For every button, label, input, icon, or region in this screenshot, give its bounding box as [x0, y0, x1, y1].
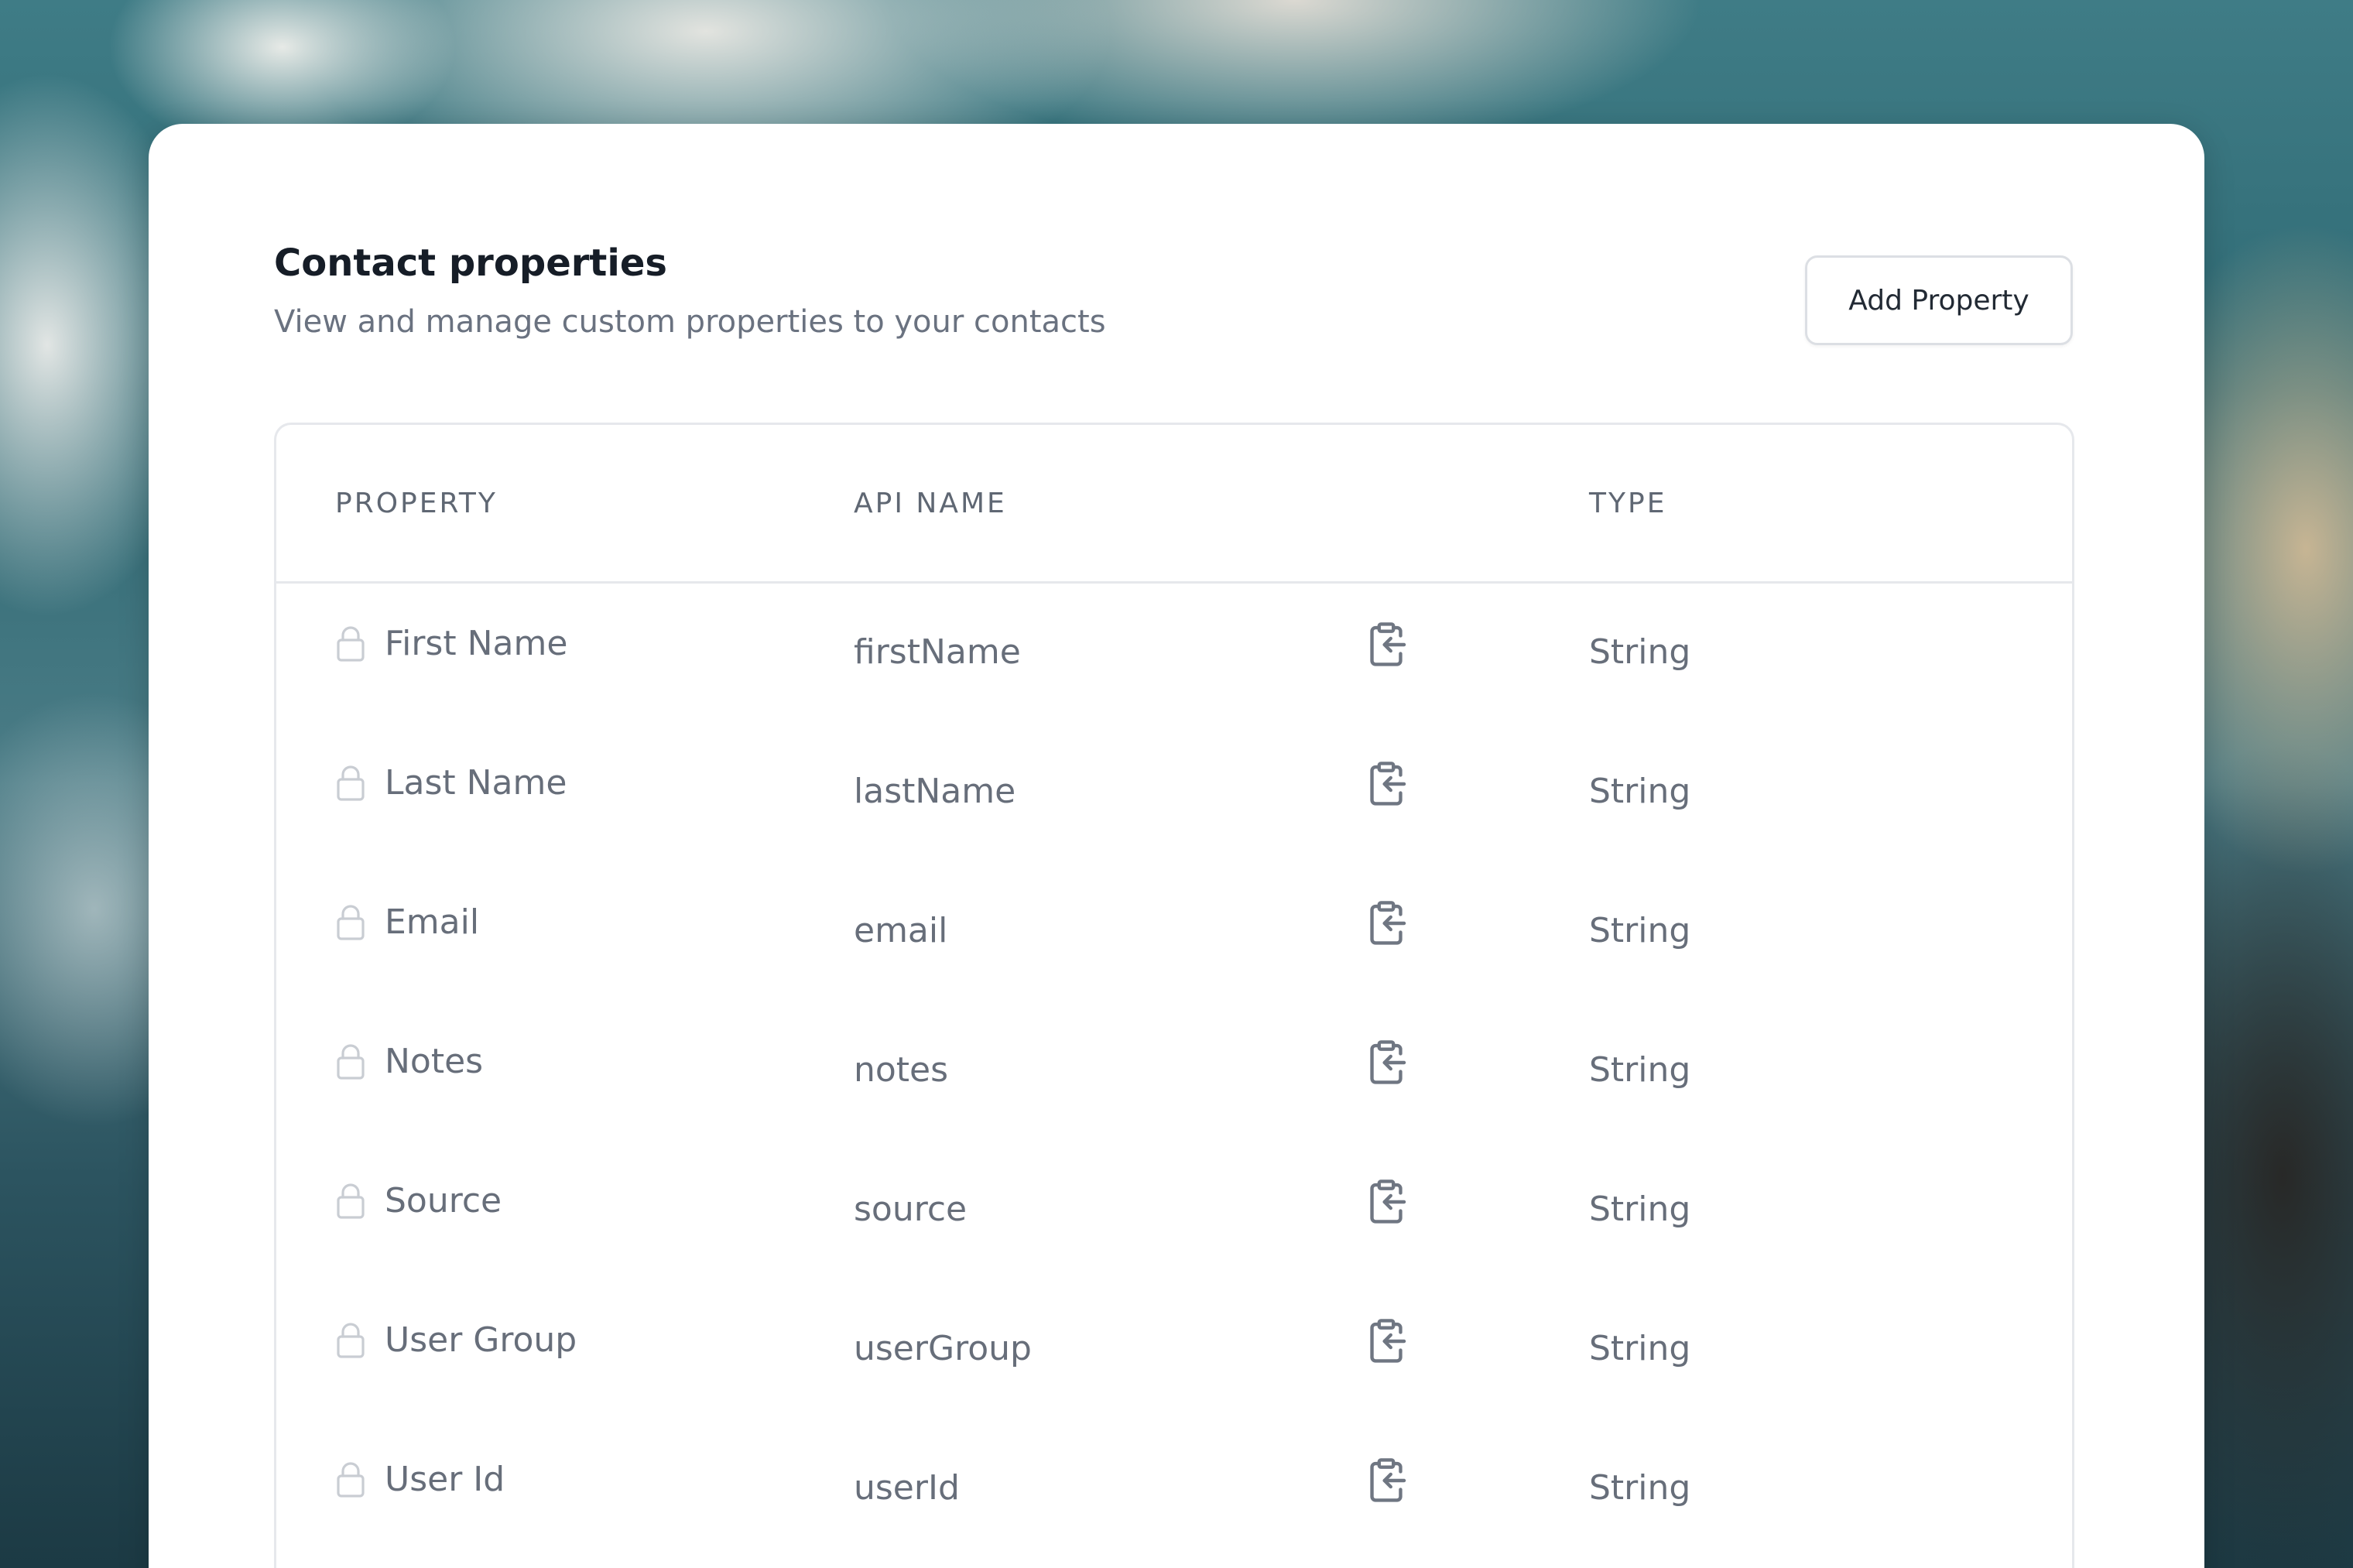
- property-cell: Email: [335, 903, 479, 942]
- property-type: String: [1589, 632, 1691, 672]
- table-header: PROPERTY API NAME TYPE: [276, 425, 2072, 584]
- property-type: String: [1589, 1468, 1691, 1508]
- lock-icon: [337, 1183, 365, 1219]
- lock-icon: [337, 765, 365, 801]
- property-label: Source: [385, 1181, 502, 1221]
- lock-icon: [337, 1044, 365, 1080]
- property-cell: User Group: [335, 1321, 577, 1360]
- column-header-api-name: API NAME: [854, 488, 1007, 519]
- page-header: Contact properties View and manage custo…: [274, 245, 1106, 337]
- property-label: User Id: [385, 1460, 505, 1499]
- property-label: User Group: [385, 1320, 577, 1360]
- table-row: First Name firstName String: [276, 581, 2072, 721]
- page-title: Contact properties: [274, 241, 667, 285]
- api-name: lastName: [854, 772, 1016, 811]
- lock-icon: [337, 905, 365, 940]
- property-label: First Name: [385, 624, 568, 663]
- table-row: Email email String: [276, 860, 2072, 999]
- properties-card: Contact properties View and manage custo…: [149, 124, 2204, 1568]
- table-row: Source source String: [276, 1138, 2072, 1278]
- property-cell: Notes: [335, 1042, 483, 1081]
- table-row: Notes notes String: [276, 999, 2072, 1138]
- background: Contact properties View and manage custo…: [0, 0, 2353, 1568]
- api-name: userGroup: [854, 1329, 1032, 1368]
- column-header-property: PROPERTY: [335, 488, 498, 519]
- api-name: userId: [854, 1468, 960, 1508]
- clipboard-copy-icon[interactable]: [1365, 621, 1408, 668]
- clipboard-copy-icon[interactable]: [1365, 1039, 1408, 1086]
- api-name: notes: [854, 1050, 949, 1090]
- clipboard-copy-icon[interactable]: [1365, 761, 1408, 807]
- property-type: String: [1589, 772, 1691, 811]
- property-label: Email: [385, 902, 480, 942]
- property-cell: First Name: [335, 625, 567, 663]
- property-label: Notes: [385, 1042, 484, 1081]
- property-label: Last Name: [385, 763, 567, 803]
- column-header-type: TYPE: [1589, 488, 1667, 519]
- property-cell: User Id: [335, 1460, 505, 1499]
- api-name: email: [854, 911, 948, 950]
- property-type: String: [1589, 911, 1691, 950]
- property-type: String: [1589, 1190, 1691, 1229]
- api-name: firstName: [854, 632, 1021, 672]
- clipboard-copy-icon[interactable]: [1365, 1457, 1408, 1504]
- add-property-button[interactable]: Add Property: [1805, 255, 2073, 345]
- property-type: String: [1589, 1329, 1691, 1368]
- table-row: Last Name lastName String: [276, 721, 2072, 860]
- clipboard-copy-icon[interactable]: [1365, 1318, 1408, 1364]
- property-cell: Source: [335, 1182, 502, 1221]
- lock-icon: [337, 626, 365, 662]
- page-subtitle: View and manage custom properties to you…: [274, 304, 1106, 340]
- clipboard-copy-icon[interactable]: [1365, 1179, 1408, 1225]
- lock-icon: [337, 1462, 365, 1498]
- table-row: User Group userGroup String: [276, 1278, 2072, 1417]
- property-type: String: [1589, 1050, 1691, 1090]
- property-cell: Last Name: [335, 764, 567, 803]
- properties-table: PROPERTY API NAME TYPE First Name firstN…: [274, 423, 2074, 1568]
- api-name: source: [854, 1190, 968, 1229]
- clipboard-copy-icon[interactable]: [1365, 900, 1408, 947]
- lock-icon: [337, 1323, 365, 1358]
- table-row: User Id userId String: [276, 1417, 2072, 1556]
